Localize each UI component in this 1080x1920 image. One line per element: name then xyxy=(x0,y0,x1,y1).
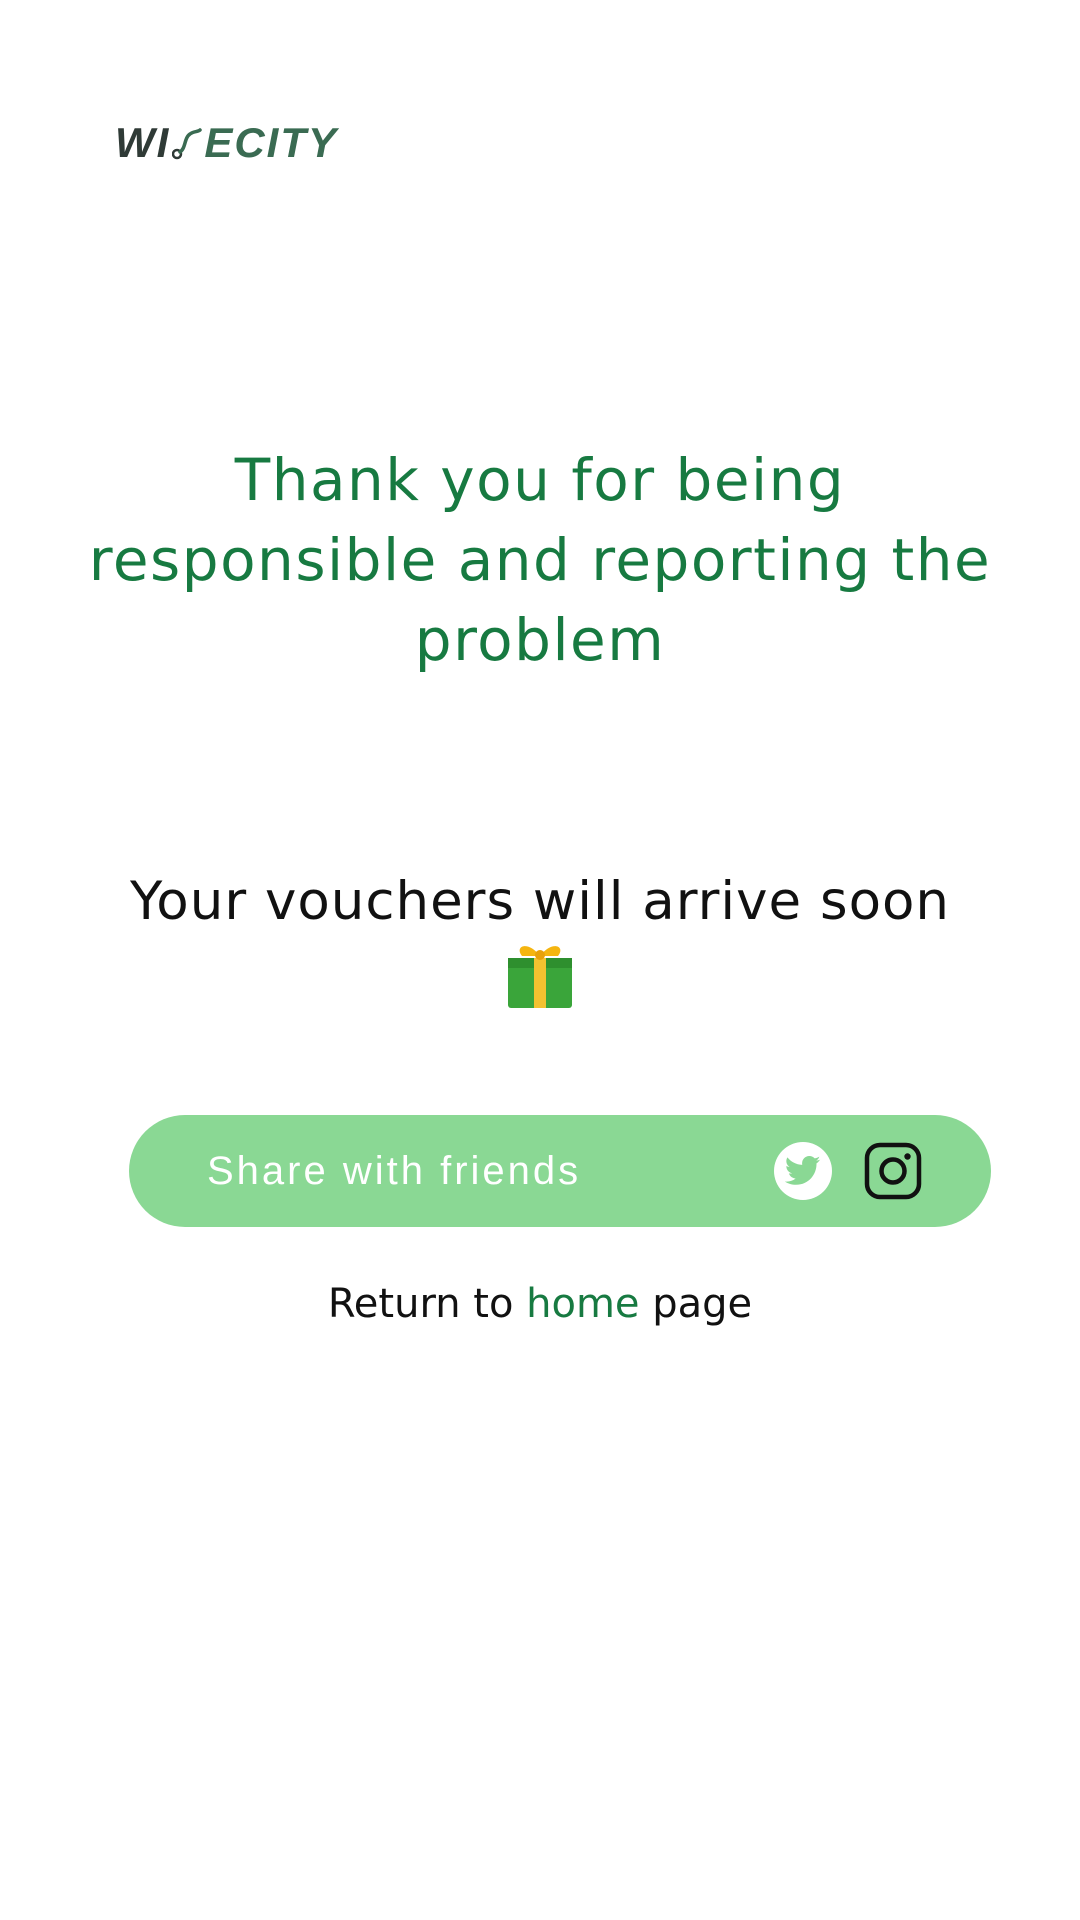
logo-text-part2: ECITY xyxy=(204,119,338,166)
share-label: Share with friends xyxy=(207,1148,582,1193)
return-prefix: Return to xyxy=(327,1281,514,1327)
vouchers-message: Your vouchers will arrive soon xyxy=(129,871,951,932)
return-to-home-text: Return to home page xyxy=(0,1278,1080,1330)
share-with-friends-button[interactable]: Share with friends xyxy=(129,1115,991,1227)
home-link[interactable]: home xyxy=(526,1281,639,1327)
twitter-icon[interactable] xyxy=(774,1142,832,1200)
vouchers-message-block: Your vouchers will arrive soon xyxy=(60,870,1020,1010)
thank-you-heading: Thank you for being responsible and repo… xyxy=(88,446,992,674)
gift-icon xyxy=(508,946,572,1008)
logo-swoosh-icon xyxy=(172,128,203,160)
thank-you-page: WI ECITY Thank you for being responsible… xyxy=(0,0,1080,1920)
logo-text-part1: WI xyxy=(115,119,171,166)
wisecity-logo: WI ECITY xyxy=(115,122,338,164)
instagram-icon[interactable] xyxy=(864,1142,922,1200)
return-suffix: page xyxy=(652,1281,753,1327)
